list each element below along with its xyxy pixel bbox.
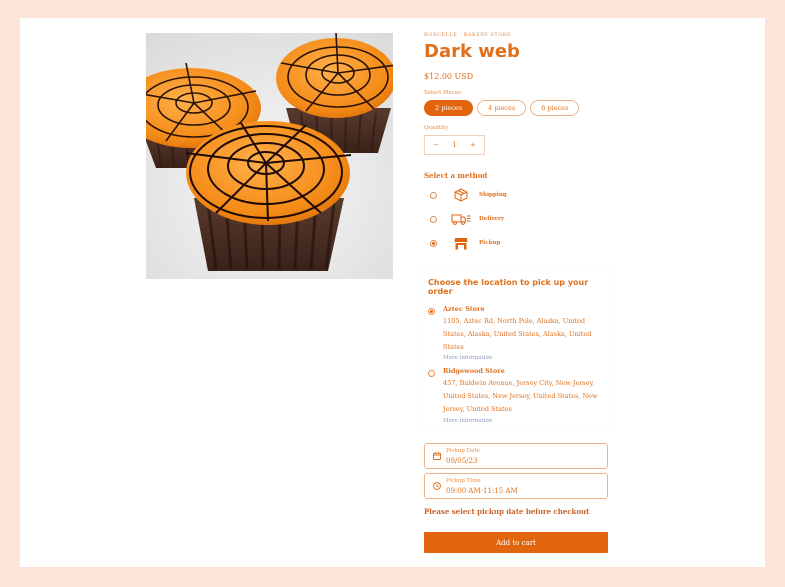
store-address: 457, Baldwin Avenue, Jersey City, New Je… (443, 379, 598, 413)
product-info: BORCELLE - BAKERY STORE Dark web $12.00 … (424, 32, 614, 255)
add-to-cart-button[interactable]: Add to cart (424, 532, 608, 553)
pieces-option-4[interactable]: 4 pieces (477, 100, 527, 116)
vendor-label: BORCELLE - BAKERY STORE (424, 32, 512, 38)
pickup-label: Pickup (479, 240, 501, 246)
clock-icon (433, 482, 441, 490)
quantity-increase-button[interactable]: + (470, 141, 476, 149)
method-option-pickup[interactable]: Pickup (424, 231, 614, 255)
pickup-location-title: Choose the location to pick up your orde… (428, 278, 589, 296)
pieces-options: 2 pieces 4 pieces 6 pieces (424, 100, 614, 116)
box-icon (451, 188, 471, 202)
pickup-location-panel: Choose the location to pick up your orde… (424, 268, 608, 430)
more-information-link[interactable]: More information (443, 355, 603, 361)
ridgewood-store-radio[interactable] (428, 370, 435, 378)
pieces-label: Select Pieces (424, 90, 461, 96)
truck-icon (451, 212, 471, 226)
pickup-date-field[interactable]: Pickup Date 09/05/23 (424, 443, 608, 469)
store-name: Aztec Store (443, 305, 485, 313)
pickup-time-field[interactable]: Pickup Time 09:00 AM-11:15 AM (424, 473, 608, 499)
method-options: Shipping Delivery Pickup (424, 183, 614, 255)
cupcakes-illustration (146, 33, 393, 279)
shipping-radio[interactable] (430, 191, 437, 199)
shipping-label: Shipping (479, 192, 507, 198)
method-option-shipping[interactable]: Shipping (424, 183, 614, 207)
store-icon (451, 236, 471, 250)
calendar-icon (433, 452, 441, 460)
pickup-radio[interactable] (430, 239, 437, 247)
delivery-label: Delivery (479, 216, 505, 222)
quantity-label: Quantity (424, 125, 449, 131)
pickup-date-label: Pickup Date (446, 447, 480, 454)
pickup-date-value[interactable]: 09/05/23 (446, 457, 480, 465)
quantity-stepper: − 1 + (424, 135, 485, 155)
pickup-time-value[interactable]: 09:00 AM-11:15 AM (446, 487, 518, 495)
aztec-store-radio[interactable] (428, 308, 435, 315)
quantity-decrease-button[interactable]: − (433, 141, 439, 149)
store-address: 1105, Aztec Rd, North Pole, Alaska, Unit… (443, 317, 592, 351)
product-price: $12.00 USD (424, 72, 474, 81)
pieces-option-2[interactable]: 2 pieces (424, 100, 474, 116)
delivery-radio[interactable] (430, 215, 437, 223)
pickup-time-label: Pickup Time (446, 477, 481, 484)
store-option-ridgewood[interactable]: Ridgewood Store 457, Baldwin Avenue, Jer… (424, 367, 608, 424)
product-card: BORCELLE - BAKERY STORE Dark web $12.00 … (20, 18, 765, 567)
product-image (146, 33, 393, 279)
pickup-note: Please select pickup date before checkou… (424, 507, 590, 516)
quantity-value[interactable]: 1 (452, 141, 456, 149)
method-option-delivery[interactable]: Delivery (424, 207, 614, 231)
store-name: Ridgewood Store (443, 367, 505, 376)
pieces-option-6[interactable]: 6 pieces (530, 100, 580, 116)
product-title: Dark web (424, 41, 520, 62)
method-title: Select a method (424, 171, 488, 180)
more-information-link[interactable]: More information (443, 418, 603, 424)
store-option-aztec[interactable]: Aztec Store 1105, Aztec Rd, North Pole, … (424, 305, 608, 361)
